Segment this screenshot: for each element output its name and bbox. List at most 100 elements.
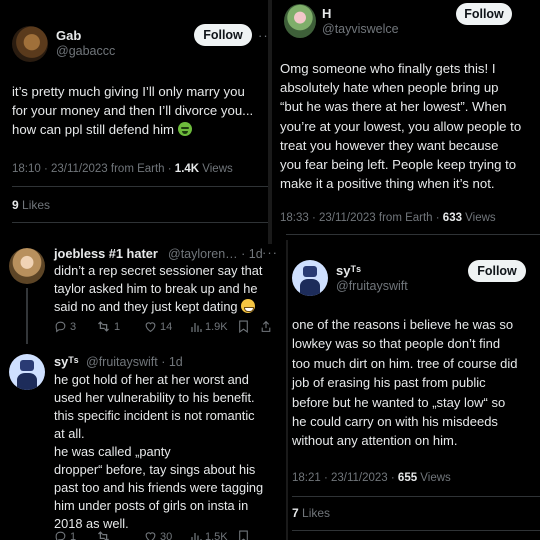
bookmark-icon bbox=[239, 530, 248, 540]
tweet-line: for your money and then I’ll divorce you… bbox=[12, 103, 254, 118]
tweet-line: job of erasing his past from public bbox=[292, 375, 486, 391]
bookmark-icon bbox=[239, 320, 248, 333]
view-count: 1.9K bbox=[205, 320, 228, 333]
tweet-line: without any attention on him. bbox=[292, 433, 458, 449]
reply-line: taylor asked him to break up and he bbox=[54, 281, 258, 296]
user-handle[interactable]: @fruitayswift bbox=[336, 279, 408, 293]
avatar[interactable] bbox=[12, 26, 48, 62]
reply-thread-panel: joebless #1 hater @tayloren… · 1d ··· di… bbox=[0, 230, 286, 540]
reply-line: at all. bbox=[54, 426, 85, 441]
reply-icon bbox=[55, 531, 66, 540]
tweet-line: you fear being left. People keep trying … bbox=[280, 157, 517, 173]
heart-icon bbox=[145, 532, 156, 540]
divider bbox=[12, 222, 268, 223]
reply-line: said no and they just kept dating bbox=[54, 298, 286, 316]
likes-summary[interactable]: 9 Likes bbox=[12, 198, 50, 212]
user-handle[interactable]: @gabaccc bbox=[56, 44, 115, 58]
retweet-button[interactable]: 1 bbox=[96, 320, 144, 333]
retweet-icon bbox=[98, 321, 109, 332]
avatar[interactable] bbox=[9, 354, 45, 390]
views-count: 1.4K bbox=[174, 163, 200, 175]
reply-count: 1 bbox=[70, 530, 77, 540]
follow-button[interactable]: Follow bbox=[194, 24, 252, 46]
tweet-timestamp: 18:21 · 23/11/2023 · 655 Views bbox=[292, 472, 451, 484]
tweet-line: lowkey was so that people don’t find bbox=[292, 336, 501, 352]
share-icon bbox=[261, 320, 271, 332]
reply-line: dropper“ before, tay sings about his bbox=[54, 462, 256, 477]
more-options-icon[interactable]: ··· bbox=[262, 245, 278, 260]
follow-button[interactable]: Follow bbox=[456, 3, 512, 25]
reply-icon bbox=[55, 321, 66, 333]
display-name[interactable]: H bbox=[322, 6, 331, 21]
collage-seam bbox=[286, 240, 288, 540]
tweet-timestamp: 18:33 · 23/11/2023 from Earth · 633 View… bbox=[280, 212, 496, 224]
reply-button[interactable]: 1 bbox=[54, 530, 96, 540]
user-handle-time[interactable]: @fruitayswift · 1d bbox=[86, 355, 183, 369]
tweet-line: “but he was there at her lowest”. When bbox=[280, 99, 507, 115]
like-button[interactable]: 30 bbox=[144, 530, 190, 540]
tweet-line: he could carry on with his misdeeds bbox=[292, 414, 498, 430]
divider bbox=[292, 530, 540, 531]
tweet-timestamp: 18:10 · 23/11/2023 from Earth · 1.4K Vie… bbox=[12, 163, 233, 175]
like-button[interactable]: 14 bbox=[144, 320, 190, 333]
avatar[interactable] bbox=[9, 248, 45, 284]
tweet-line: how can ppl still defend him bbox=[12, 120, 268, 139]
reply-line: used her vulnerability to his benefit. bbox=[54, 390, 255, 405]
display-name[interactable]: syᵀˢ bbox=[54, 354, 79, 369]
reply-line: he got hold of her at her worst and bbox=[54, 372, 249, 387]
user-handle[interactable]: @tayviswelce bbox=[322, 22, 399, 36]
tweet-line: Omg someone who finally gets this! I bbox=[280, 61, 496, 76]
tweet-line: too much dirt on him. tree of course did bbox=[292, 355, 518, 371]
reply-actions: 1 30 1.5K bbox=[54, 530, 280, 540]
tweet-line: it’s pretty much giving I’ll only marry … bbox=[12, 84, 245, 99]
tweet-line: you’re at your lowest, you allow people … bbox=[280, 118, 522, 134]
collage-seam bbox=[268, 0, 272, 244]
user-handle-time[interactable]: @tayloren… · 1d bbox=[168, 247, 263, 261]
reply-line: him under posts of girls on insta in bbox=[54, 498, 249, 513]
retweet-icon bbox=[98, 531, 109, 540]
divider bbox=[12, 186, 268, 187]
divider bbox=[292, 496, 540, 497]
analytics-icon bbox=[191, 532, 202, 540]
reply-count: 3 bbox=[70, 320, 77, 333]
thread-line bbox=[26, 288, 28, 344]
share-button[interactable] bbox=[260, 320, 272, 333]
more-options-icon[interactable]: ··· bbox=[258, 28, 268, 43]
reply-line: he was called „panty bbox=[54, 444, 171, 459]
likes-summary[interactable]: 7 Likes bbox=[292, 506, 330, 520]
reply-button[interactable]: 3 bbox=[54, 320, 96, 333]
reply-line: this specific incident is not romantic bbox=[54, 408, 255, 423]
reply-text: didn’t a rep secret sessioner say that t… bbox=[54, 262, 286, 316]
tweet-line: before but he wanted to „stay low“ so bbox=[292, 394, 506, 410]
tweet-line: absolutely hate when people bring up bbox=[280, 80, 499, 96]
grimacing-sweat-icon bbox=[241, 299, 256, 313]
display-name[interactable]: joebless #1 hater bbox=[54, 246, 158, 261]
divider bbox=[280, 234, 540, 235]
reply-line: didn’t a rep secret sessioner say that bbox=[54, 263, 263, 278]
reply-line: past too and his friends were tagging bbox=[54, 480, 264, 495]
display-name[interactable]: Gab bbox=[56, 28, 81, 43]
retweet-button[interactable] bbox=[96, 530, 144, 540]
view-count: 1.5K bbox=[205, 530, 228, 540]
avatar[interactable] bbox=[284, 4, 316, 38]
retweet-count: 1 bbox=[114, 320, 121, 333]
nauseated-face-icon bbox=[177, 122, 192, 136]
tweet-text: Omg someone who finally gets this! I abs… bbox=[280, 59, 540, 193]
avatar[interactable] bbox=[292, 260, 328, 296]
display-name[interactable]: syᵀˢ bbox=[336, 263, 361, 278]
tweet-line: one of the reasons i believe he was so bbox=[292, 317, 514, 332]
heart-icon bbox=[145, 322, 156, 333]
tweet-line: make it a positive thing when it’s not. bbox=[280, 176, 495, 192]
views-count: 633 bbox=[442, 212, 462, 224]
bookmark-button[interactable] bbox=[238, 530, 260, 540]
views-count: 655 bbox=[397, 472, 418, 484]
follow-button[interactable]: Follow bbox=[468, 260, 526, 282]
tweet-text: it’s pretty much giving I’ll only marry … bbox=[12, 82, 268, 139]
views-button[interactable]: 1.5K bbox=[190, 530, 238, 540]
like-count: 14 bbox=[160, 320, 173, 333]
tweet-text: one of the reasons i believe he was so l… bbox=[292, 315, 540, 451]
tweet-line: treat you however they want because bbox=[280, 137, 499, 153]
analytics-icon bbox=[191, 322, 202, 332]
views-button[interactable]: 1.9K bbox=[190, 320, 238, 333]
bookmark-button[interactable] bbox=[238, 320, 260, 333]
